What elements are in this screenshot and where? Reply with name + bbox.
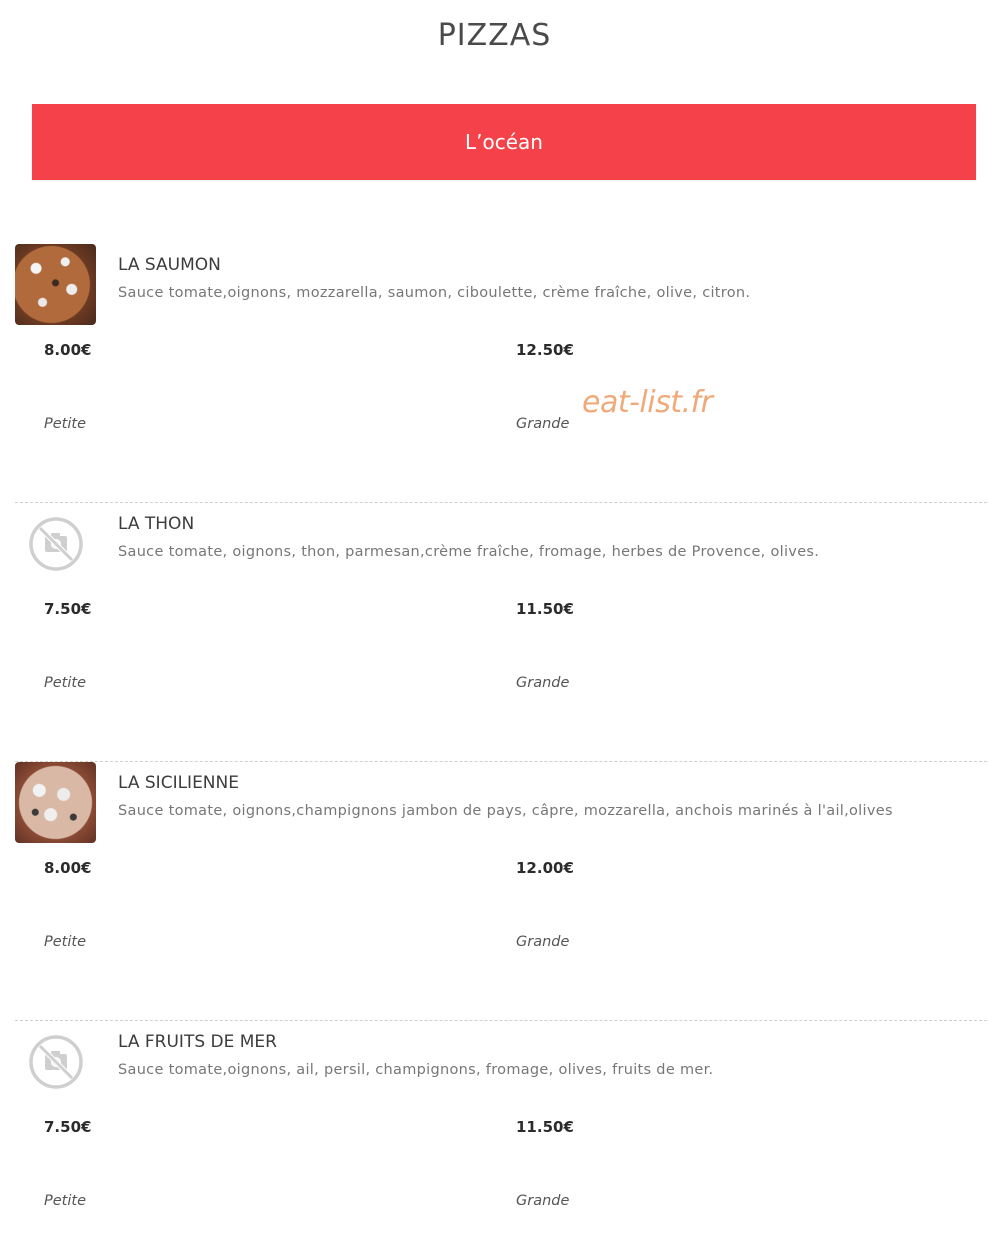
price-small: 8.00€ [44, 341, 92, 359]
price-large: 11.50€ [516, 1118, 574, 1136]
item-description: Sauce tomate, oignons,champignons jambon… [118, 803, 893, 819]
no-photo-icon [15, 503, 96, 584]
size-label-small: Petite [44, 675, 86, 691]
no-photo-icon [15, 1021, 96, 1102]
item-name: LA THON [118, 514, 195, 534]
item-name: LA SAUMON [118, 255, 221, 275]
item-name: LA FRUITS DE MER [118, 1032, 277, 1052]
size-label-small: Petite [44, 934, 86, 950]
price-small: 8.00€ [44, 859, 92, 877]
size-label-large: Grande [516, 1193, 570, 1209]
category-label: L’océan [465, 130, 543, 154]
item-name: LA SICILIENNE [118, 773, 239, 793]
size-label-small: Petite [44, 416, 86, 432]
price-small: 7.50€ [44, 1118, 92, 1136]
size-label-small: Petite [44, 1193, 86, 1209]
item-description: Sauce tomate,oignons, mozzarella, saumon… [118, 285, 751, 301]
watermark: eat-list.fr [582, 385, 713, 420]
page-title: PIZZAS [437, 18, 552, 53]
price-large: 12.50€ [516, 341, 574, 359]
size-label-large: Grande [516, 675, 570, 691]
item-description: Sauce tomate,oignons, ail, persil, champ… [118, 1062, 714, 1078]
menu-item-sicilienne[interactable]: LA SICILIENNE Sauce tomate, oignons,cham… [15, 762, 987, 1021]
size-label-large: Grande [516, 416, 570, 432]
price-small: 7.50€ [44, 600, 92, 618]
category-tab-ocean[interactable]: L’océan [32, 104, 976, 180]
pizza-photo[interactable] [15, 762, 96, 843]
price-large: 11.50€ [516, 600, 574, 618]
menu-item-saumon[interactable]: LA SAUMON Sauce tomate,oignons, mozzarel… [15, 244, 987, 503]
size-label-large: Grande [516, 934, 570, 950]
pizza-photo[interactable] [15, 244, 96, 325]
item-description: Sauce tomate, oignons, thon, parmesan,cr… [118, 544, 820, 560]
menu-item-fruits-de-mer[interactable]: LA FRUITS DE MER Sauce tomate,oignons, a… [15, 1021, 987, 1257]
menu-item-thon[interactable]: LA THON Sauce tomate, oignons, thon, par… [15, 503, 987, 762]
price-large: 12.00€ [516, 859, 574, 877]
